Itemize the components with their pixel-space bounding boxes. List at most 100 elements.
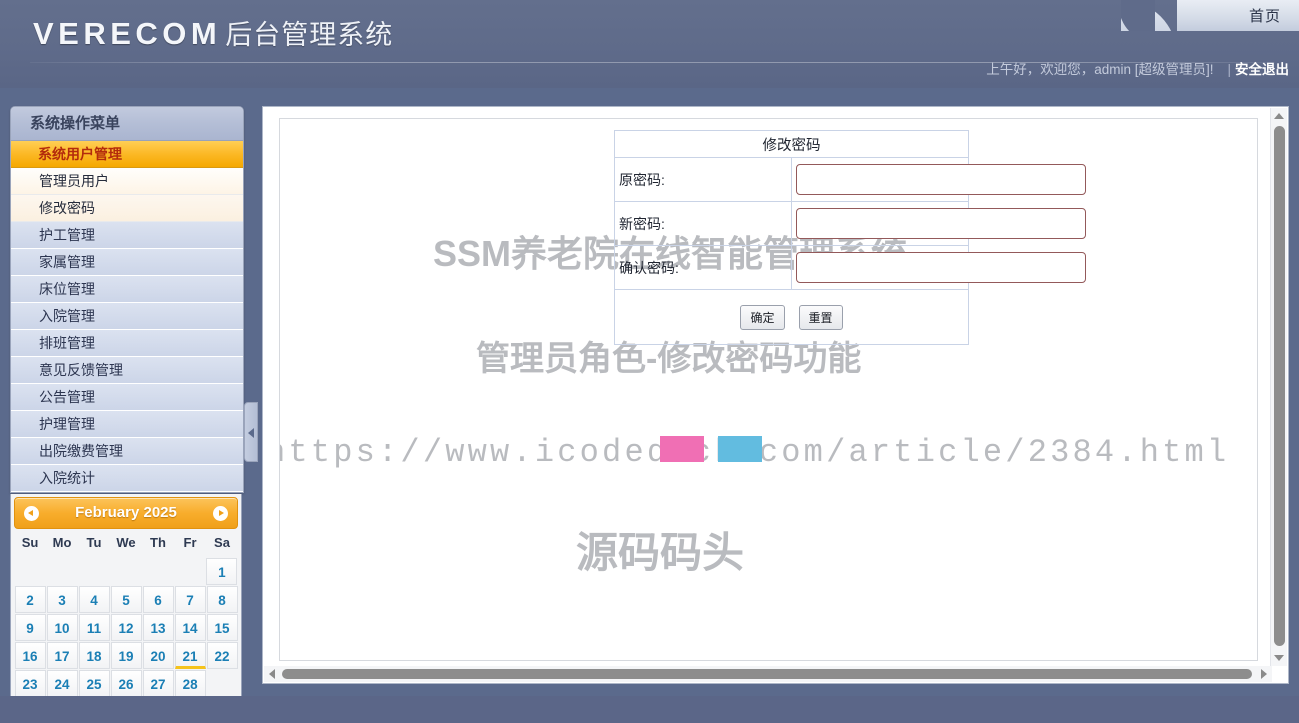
calendar-day-17[interactable]: 17 bbox=[46, 641, 78, 669]
footer-strip bbox=[0, 696, 1299, 723]
home-tab-curve-decoration bbox=[1121, 0, 1177, 31]
calendar-day-15[interactable]: 15 bbox=[206, 613, 238, 641]
calendar-day-7[interactable]: 7 bbox=[174, 585, 206, 613]
calendar-title: February 2025 bbox=[75, 504, 177, 521]
sidebar-item-12[interactable]: 入院统计 bbox=[11, 465, 243, 492]
calendar-day-16[interactable]: 16 bbox=[14, 641, 46, 669]
logout-link[interactable]: 安全退出 bbox=[1235, 62, 1289, 77]
watermark-footer: 源码码头 bbox=[576, 529, 745, 576]
chevron-left-icon bbox=[28, 510, 33, 516]
calendar-widget: February 2025 Su Mo Tu We Th Fr Sa 1 2 3 4 5 6 7 8 9 10… bbox=[10, 494, 242, 698]
calendar-cell-empty bbox=[78, 558, 109, 585]
calendar-weekday-th: Th bbox=[150, 535, 166, 550]
welcome-text: 上午好，欢迎您，admin [超级管理员]! bbox=[986, 62, 1214, 77]
tab-home-label: 首页 bbox=[1248, 8, 1281, 25]
calendar-day-21[interactable]: 21 bbox=[174, 641, 206, 669]
calendar-day-3[interactable]: 3 bbox=[46, 585, 78, 613]
sidebar-item-5[interactable]: 床位管理 bbox=[11, 276, 243, 303]
sidebar-item-10[interactable]: 护理管理 bbox=[11, 411, 243, 438]
calendar-day-8[interactable]: 8 bbox=[206, 585, 238, 613]
calendar-day-12[interactable]: 12 bbox=[110, 613, 142, 641]
calendar-prev-month-button[interactable] bbox=[24, 506, 39, 521]
scroll-left-icon[interactable] bbox=[269, 669, 275, 679]
calendar-day-23[interactable]: 23 bbox=[14, 669, 46, 697]
menu-title: 系统操作菜单 bbox=[11, 107, 243, 141]
horizontal-scrollbar[interactable] bbox=[264, 666, 1272, 682]
scroll-up-icon[interactable] bbox=[1274, 113, 1284, 119]
sidebar-item-2[interactable]: 修改密码 bbox=[11, 195, 243, 222]
reset-button-highlight bbox=[718, 436, 762, 462]
form-field-cell-0 bbox=[791, 157, 1086, 202]
calendar-day-14[interactable]: 14 bbox=[174, 613, 206, 641]
chevron-left-icon bbox=[248, 428, 254, 438]
calendar-day-9[interactable]: 9 bbox=[14, 613, 46, 641]
calendar-day-20[interactable]: 20 bbox=[142, 641, 174, 669]
form-row: 新密码: bbox=[614, 201, 1086, 246]
form-label-1: 新密码: bbox=[614, 201, 792, 246]
sidebar-item-11[interactable]: 出院缴费管理 bbox=[11, 438, 243, 465]
calendar-week-rows: 1 2 3 4 5 6 7 8 9 10 11 12 13 14 15 16 17 18 19 20 21 22 23 24 2… bbox=[14, 557, 238, 697]
sidebar-item-3[interactable]: 护工管理 bbox=[11, 222, 243, 249]
calendar-cell-empty bbox=[46, 558, 77, 585]
calendar-day-1[interactable]: 1 bbox=[206, 557, 238, 585]
calendar-day-25[interactable]: 25 bbox=[78, 669, 110, 697]
brand-name-cn: 后台管理系统 bbox=[225, 20, 394, 50]
calendar-day-28[interactable]: 28 bbox=[174, 669, 206, 697]
calendar-week-row: 2345678 bbox=[14, 585, 238, 613]
sidebar-item-7[interactable]: 排班管理 bbox=[11, 330, 243, 357]
calendar-weekday-mo: Mo bbox=[52, 535, 72, 550]
calendar-day-4[interactable]: 4 bbox=[78, 585, 110, 613]
calendar-day-10[interactable]: 10 bbox=[46, 613, 78, 641]
scroll-down-icon[interactable] bbox=[1274, 655, 1284, 661]
calendar-week-row: 9 10 11 12 13 14 15 bbox=[14, 613, 238, 641]
form-field-cell-1 bbox=[791, 201, 1086, 246]
calendar-day-5[interactable]: 5 bbox=[110, 585, 142, 613]
calendar-cell-empty bbox=[110, 558, 141, 585]
calendar-day-22[interactable]: 22 bbox=[206, 641, 238, 669]
calendar-next-month-button[interactable] bbox=[213, 506, 228, 521]
calendar-day-24[interactable]: 24 bbox=[46, 669, 78, 697]
horizontal-scrollbar-thumb[interactable] bbox=[282, 669, 1252, 679]
password-input-0[interactable] bbox=[796, 164, 1086, 195]
sidebar-item-8[interactable]: 意见反馈管理 bbox=[11, 357, 243, 384]
sidebar-collapse-handle[interactable] bbox=[244, 402, 258, 462]
form-label-2: 确认密码: bbox=[614, 245, 792, 290]
chevron-right-icon bbox=[219, 510, 224, 516]
sidebar-item-1[interactable]: 管理员用户 bbox=[11, 168, 243, 195]
calendar-day-11[interactable]: 11 bbox=[78, 613, 110, 641]
form-row: 原密码: bbox=[614, 157, 1086, 202]
calendar-weekday-we: We bbox=[116, 535, 136, 550]
form-buttons-cell: 确定 重置 bbox=[614, 289, 969, 345]
calendar-day-6[interactable]: 6 bbox=[142, 585, 174, 613]
sidebar-item-0[interactable]: 系统用户管理 bbox=[11, 141, 243, 168]
sidebar-item-9[interactable]: 公告管理 bbox=[11, 384, 243, 411]
tab-home[interactable]: 首页 bbox=[1177, 0, 1299, 31]
watermark-url: https://www.icodedock.com/article/2384.h… bbox=[279, 434, 1230, 471]
form-row: 确认密码: bbox=[614, 245, 1086, 290]
sidebar-item-4[interactable]: 家属管理 bbox=[11, 249, 243, 276]
calendar-weekday-su: Su bbox=[21, 535, 39, 550]
scroll-right-icon[interactable] bbox=[1261, 669, 1267, 679]
sidebar-item-6[interactable]: 入院管理 bbox=[11, 303, 243, 330]
password-input-1[interactable] bbox=[796, 208, 1086, 239]
form-title: 修改密码 bbox=[614, 130, 969, 158]
form-field-cell-2 bbox=[791, 245, 1086, 290]
content-iframe: SSM养老院在线智能管理系统 管理员角色-修改密码功能 https://www.… bbox=[279, 118, 1258, 661]
calendar-weekday-sa: Sa bbox=[214, 535, 230, 550]
calendar-day-27[interactable]: 27 bbox=[142, 669, 174, 697]
vertical-scrollbar[interactable] bbox=[1270, 108, 1287, 666]
submit-button[interactable]: 确定 bbox=[740, 304, 785, 330]
calendar-day-2[interactable]: 2 bbox=[14, 585, 46, 613]
vertical-scrollbar-thumb[interactable] bbox=[1274, 126, 1285, 646]
calendar-day-19[interactable]: 19 bbox=[110, 641, 142, 669]
calendar-day-18[interactable]: 18 bbox=[78, 641, 110, 669]
calendar-cell-empty bbox=[174, 558, 205, 585]
calendar-grid: Su Mo Tu We Th Fr Sa 1 2 3 4 5 6 7 8 9 10 11 12 13 14 15 16 17… bbox=[11, 529, 241, 697]
calendar-day-26[interactable]: 26 bbox=[110, 669, 142, 697]
password-input-2[interactable] bbox=[796, 252, 1086, 283]
calendar-weekday-tu: Tu bbox=[86, 535, 102, 550]
calendar-day-13[interactable]: 13 bbox=[142, 613, 174, 641]
app-header: VERECOM 后台管理系统 首页 上午好，欢迎您，admin [超级管理员]! |… bbox=[0, 0, 1299, 88]
brand-name-en: VERECOM bbox=[33, 16, 222, 51]
reset-button[interactable]: 重置 bbox=[798, 304, 843, 330]
